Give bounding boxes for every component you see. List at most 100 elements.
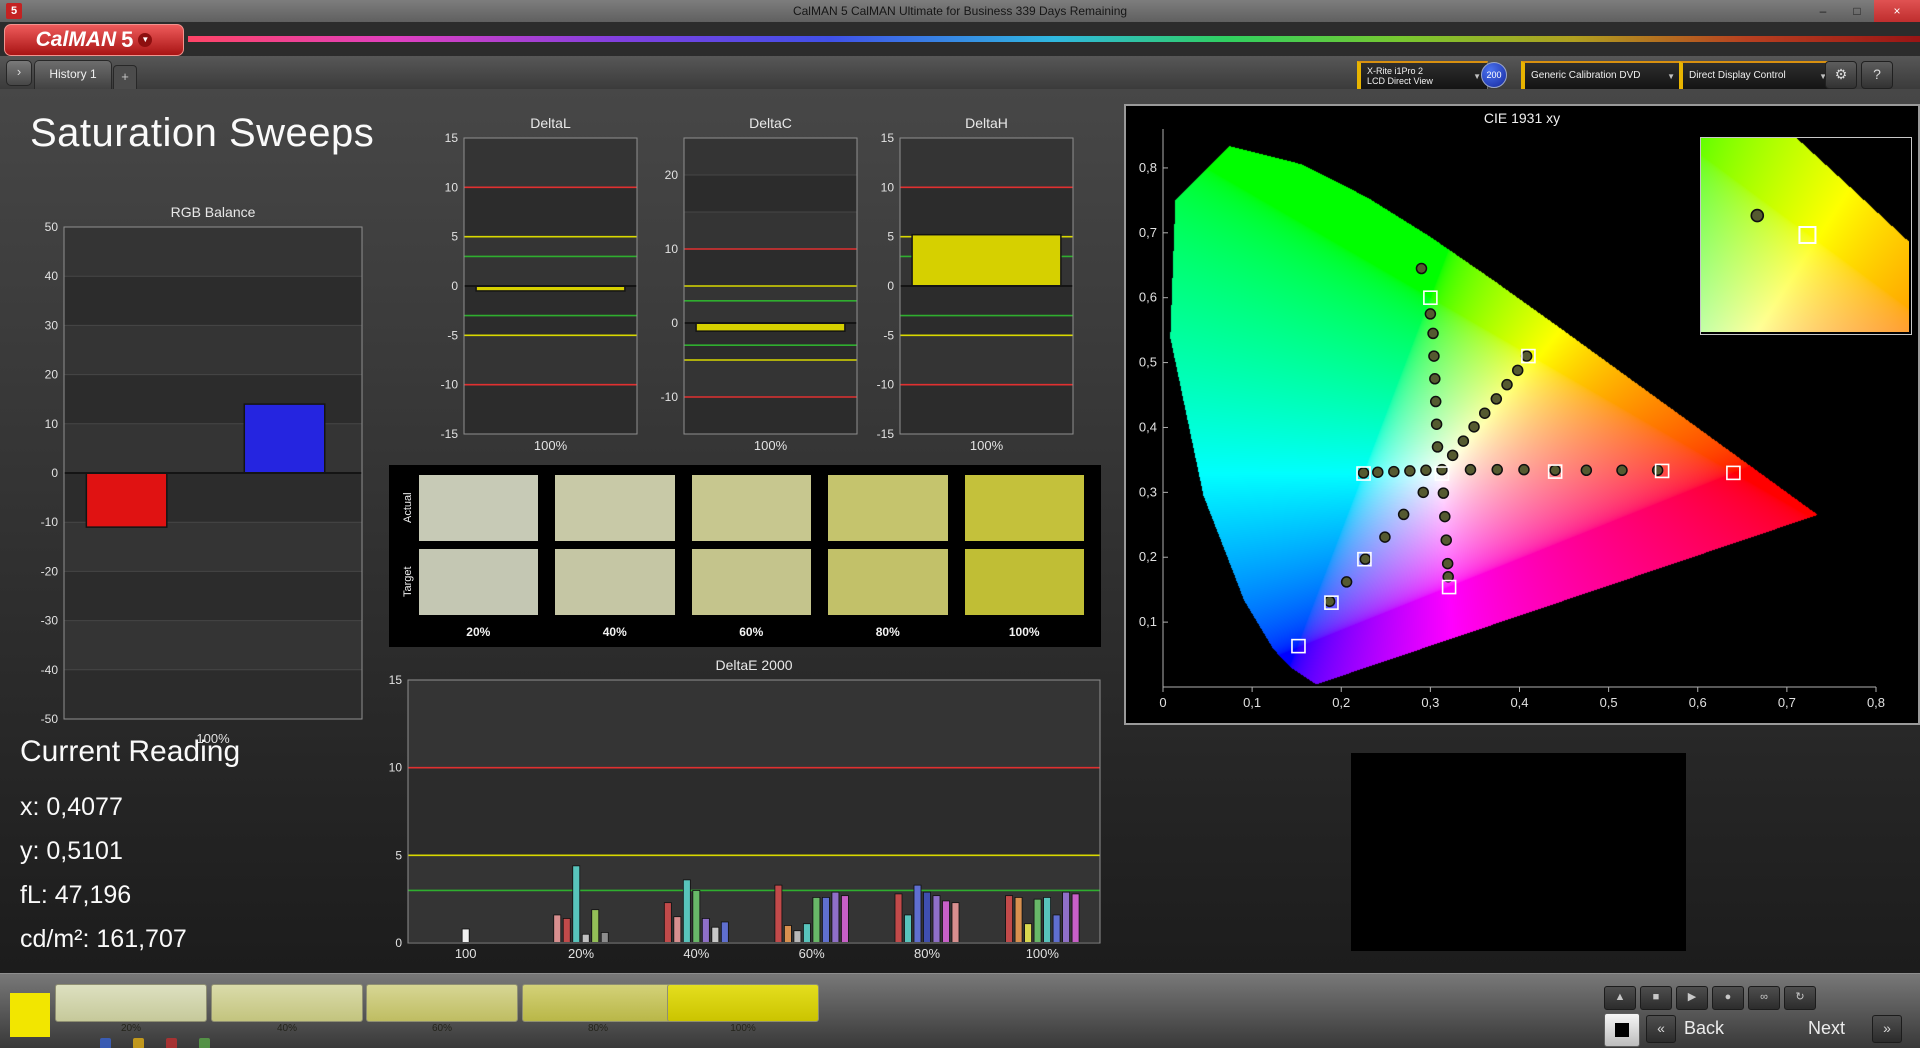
- meter-dropdown[interactable]: X-Rite i1Pro 2 LCD Direct View ▼: [1357, 61, 1488, 90]
- svg-text:15: 15: [389, 673, 403, 687]
- add-tab-button[interactable]: +: [113, 65, 137, 89]
- maximize-button[interactable]: □: [1840, 0, 1874, 22]
- source-dropdown[interactable]: Generic Calibration DVD ▼: [1521, 61, 1682, 90]
- tab-history-1[interactable]: History 1: [34, 60, 112, 89]
- current-reading-y: y: 0,5101: [20, 837, 123, 865]
- svg-text:100: 100: [455, 946, 477, 961]
- svg-text:100%: 100%: [970, 438, 1004, 453]
- swatch-row-label: Target: [402, 566, 414, 598]
- pattern-square-icon: [1615, 1023, 1629, 1037]
- logo-version: 5: [121, 27, 134, 52]
- swatch-actual-100%: [964, 475, 1085, 541]
- pattern-swatch-label: 80%: [587, 1023, 608, 1034]
- swatch-actual-40%: [555, 475, 675, 541]
- logo-row: CalMAN 5 ▼: [0, 22, 1920, 56]
- current-reading-x: x: 0,4077: [20, 793, 123, 821]
- help-button[interactable]: ?: [1861, 61, 1893, 89]
- minimize-button[interactable]: –: [1806, 0, 1840, 22]
- meter-status-badge: 200: [1481, 62, 1507, 88]
- rgb-balance-chart: RGB Balance 50 40 30 20 10 0 -10 -20 -30 -40 -50 100…: [20, 204, 370, 750]
- svg-text:0,8: 0,8: [1139, 160, 1157, 175]
- current-reading-panel: Current Reading x: 0,4077 y: 0,5101 fL: …: [20, 735, 240, 961]
- svg-text:50: 50: [45, 220, 59, 234]
- record-button[interactable]: ●: [1712, 986, 1744, 1010]
- window-title: CalMAN 5 CalMAN Ultimate for Business 33…: [792, 4, 1128, 18]
- swatch-target-100%: [964, 549, 1085, 615]
- svg-text:0: 0: [51, 466, 58, 480]
- skip-back-button[interactable]: «: [1646, 1015, 1676, 1043]
- pattern-swatch-label: 20%: [120, 1023, 141, 1034]
- back-button[interactable]: Back: [1684, 1018, 1724, 1039]
- calman-logo[interactable]: CalMAN 5 ▼: [4, 24, 184, 56]
- svg-text:20%: 20%: [568, 946, 594, 961]
- svg-text:0,6: 0,6: [1689, 695, 1707, 710]
- svg-text:0: 0: [671, 316, 678, 330]
- svg-text:5: 5: [451, 230, 458, 244]
- pattern-swatch-20%[interactable]: 20%: [55, 984, 207, 1036]
- svg-text:-15: -15: [877, 427, 895, 441]
- svg-text:RGB Balance: RGB Balance: [171, 205, 256, 220]
- chevron-down-icon: ▼: [1473, 71, 1481, 81]
- refresh-button[interactable]: ↻: [1784, 986, 1816, 1010]
- app-icon: 5: [6, 3, 22, 19]
- swatch-actual-20%: [419, 475, 539, 541]
- svg-text:0,5: 0,5: [1139, 355, 1157, 370]
- taskbar-icon: [199, 1038, 210, 1048]
- pattern-swatch-40%[interactable]: 40%: [211, 984, 363, 1036]
- loop-button[interactable]: ∞: [1748, 986, 1780, 1010]
- svg-text:0,4: 0,4: [1510, 695, 1528, 710]
- svg-text:100%: 100%: [534, 438, 568, 453]
- swatch-target-80%: [828, 549, 948, 615]
- pattern-swatch-label: 40%: [276, 1023, 297, 1034]
- swatch-row-label: Actual: [402, 492, 414, 524]
- svg-text:0,2: 0,2: [1139, 549, 1157, 564]
- close-button[interactable]: ×: [1874, 0, 1920, 22]
- display-control-dropdown[interactable]: Direct Display Control ▼: [1679, 61, 1834, 90]
- svg-text:15: 15: [445, 131, 459, 145]
- svg-text:5: 5: [887, 230, 894, 244]
- pattern-swatch-100%[interactable]: 100%: [667, 984, 819, 1036]
- settings-button[interactable]: ⚙: [1825, 61, 1857, 89]
- workflow-nav-button[interactable]: ›: [6, 60, 32, 86]
- pattern-window-button[interactable]: [1604, 1013, 1640, 1047]
- cie-inset-zoom: [1700, 137, 1912, 335]
- svg-text:0,7: 0,7: [1139, 225, 1157, 240]
- svg-text:100%: 100%: [1026, 946, 1060, 961]
- pattern-swatch-color: [211, 984, 363, 1022]
- logo-dropdown-icon[interactable]: ▼: [138, 33, 153, 47]
- toolbar: › History 1 + X-Rite i1Pro 2 LCD Direct …: [0, 56, 1920, 90]
- swatch-col-label: 100%: [1008, 625, 1040, 639]
- taskbar-icon: [133, 1038, 144, 1048]
- swatch-target-20%: [419, 549, 539, 615]
- taskbar-icon: [100, 1038, 111, 1048]
- svg-text:30: 30: [45, 318, 59, 332]
- svg-text:-50: -50: [41, 712, 59, 726]
- pattern-swatch-80%[interactable]: 80%: [522, 984, 674, 1036]
- svg-text:0,4: 0,4: [1139, 419, 1157, 434]
- svg-text:20: 20: [45, 368, 59, 382]
- svg-text:0,2: 0,2: [1332, 695, 1350, 710]
- gear-icon: ⚙: [1834, 66, 1848, 82]
- svg-text:0: 0: [1159, 695, 1166, 710]
- svg-text:0: 0: [451, 279, 458, 293]
- current-pattern-chip: [10, 993, 50, 1037]
- swatch-target-60%: [691, 549, 812, 615]
- skip-next-button[interactable]: »: [1872, 1015, 1902, 1043]
- next-button[interactable]: Next: [1808, 1018, 1845, 1039]
- bottom-bar: 20% 40% 60% 80% 100% ▲ ■ ▶ ● ∞ ↻ « Back Next »: [0, 973, 1920, 1048]
- swatch-actual-80%: [828, 475, 948, 541]
- display-control-dropdown-label: Direct Display Control: [1689, 70, 1786, 82]
- pattern-swatch-color: [366, 984, 518, 1022]
- svg-text:100%: 100%: [754, 438, 788, 453]
- svg-text:DeltaE 2000: DeltaE 2000: [715, 657, 792, 673]
- svg-text:40%: 40%: [683, 946, 709, 961]
- delta-e-2000-chart: DeltaE 2000 100 20% 40% 60% 80% 100% 15 10 5 0: [380, 650, 1105, 965]
- eject-button[interactable]: ▲: [1604, 986, 1636, 1010]
- stop-button[interactable]: ■: [1640, 986, 1672, 1010]
- pattern-swatch-60%[interactable]: 60%: [366, 984, 518, 1036]
- svg-text:15: 15: [881, 131, 895, 145]
- svg-text:-10: -10: [877, 378, 895, 392]
- svg-text:10: 10: [445, 180, 459, 194]
- play-button[interactable]: ▶: [1676, 986, 1708, 1010]
- swatch-target-40%: [555, 549, 675, 615]
